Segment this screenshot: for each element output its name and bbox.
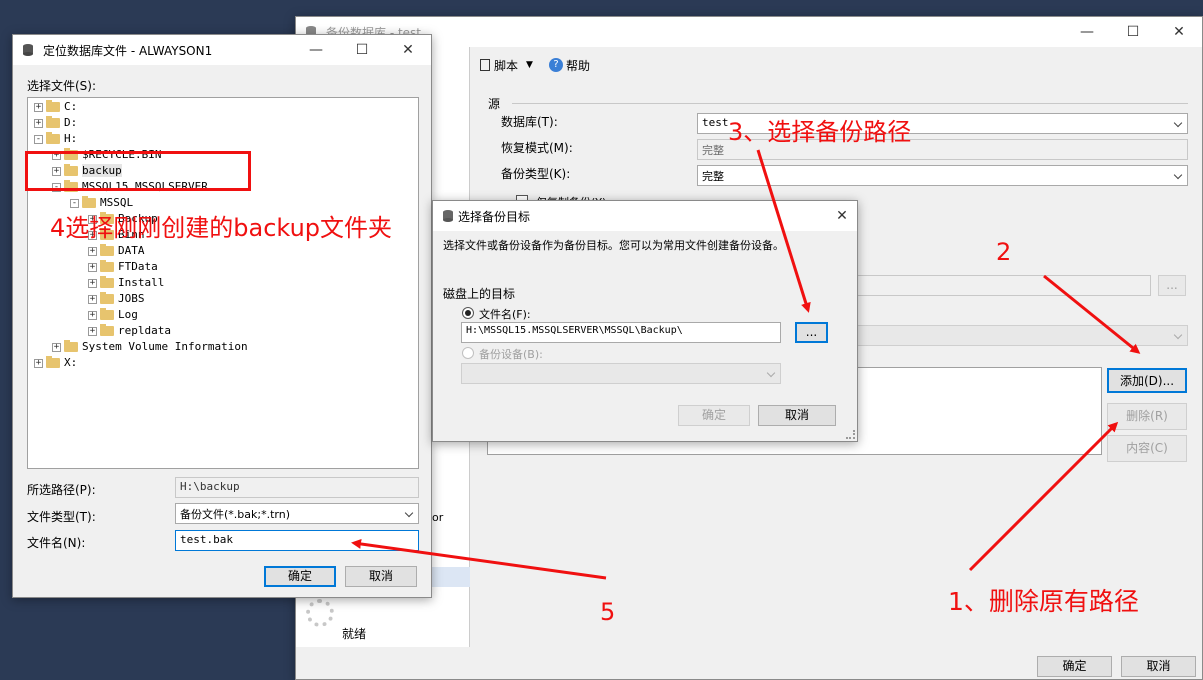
- arrow-step5: [351, 539, 607, 580]
- arrow-step2: [1043, 274, 1141, 354]
- annotation-arrows: [351, 149, 1141, 580]
- arrow-step1: [968, 421, 1119, 572]
- arrow-step3: [756, 149, 811, 313]
